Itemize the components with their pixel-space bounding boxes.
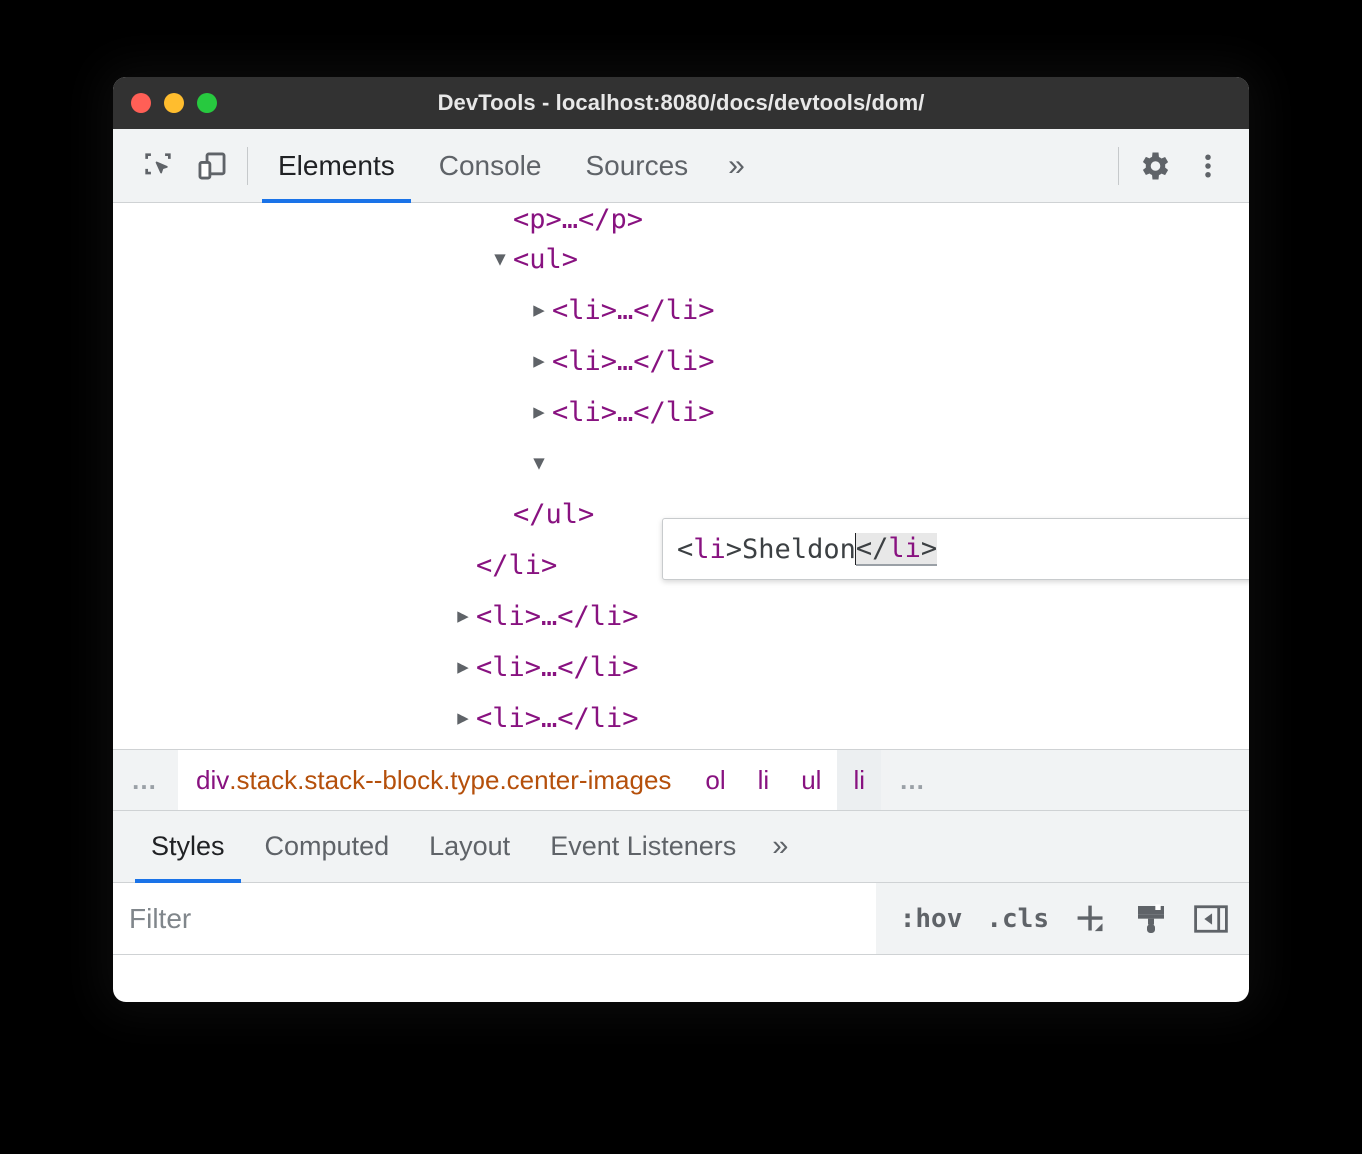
tab-console[interactable]: Console: [417, 129, 564, 203]
tab-event-listeners[interactable]: Event Listeners: [530, 811, 756, 883]
tab-layout-label: Layout: [429, 831, 511, 861]
twisty-collapsed-icon[interactable]: ▶: [526, 336, 552, 387]
dom-row-li-7[interactable]: ▶ <li>…</li>: [113, 693, 1249, 744]
dom-row-ul-open[interactable]: ▼ <ul>: [113, 234, 1249, 285]
breadcrumb-left-ellipsis-label: …: [131, 764, 160, 795]
dom-row-li-2-text: <li>…</li>: [552, 346, 715, 377]
twisty-icon: ▶: [487, 203, 513, 234]
editor-open-lt: <: [677, 533, 694, 565]
kebab-menu-icon[interactable]: [1181, 139, 1235, 193]
device-toolbar-icon[interactable]: [185, 139, 239, 193]
minimize-window-button[interactable]: [164, 93, 184, 113]
breadcrumb-item-ol-tag: ol: [705, 764, 726, 795]
more-panels-button[interactable]: »: [710, 129, 763, 203]
breadcrumb-overflow-right[interactable]: …: [881, 750, 946, 810]
dom-row-li-2[interactable]: ▶ <li>…</li>: [113, 336, 1249, 387]
twisty-icon: ▶: [487, 489, 513, 540]
toolbar-divider-right: [1118, 146, 1119, 185]
dom-row-p[interactable]: ▶ <p>…</p>: [113, 203, 1249, 234]
breadcrumb-item-ol[interactable]: ol: [689, 750, 742, 810]
editor-close-tag: li: [888, 532, 921, 566]
breadcrumb-item-ul-tag: ul: [801, 764, 822, 795]
breadcrumb-right-ellipsis-label: …: [899, 764, 929, 795]
sidebar-collapse-icon[interactable]: [1185, 893, 1237, 945]
gear-icon[interactable]: [1127, 139, 1181, 193]
panel-tabs: Elements Console Sources »: [256, 129, 763, 203]
dom-row-li-3-text: <li>…</li>: [552, 397, 715, 428]
breadcrumb-item-div-classes: .stack.stack--block.type.center-images: [229, 764, 672, 795]
breadcrumb-item-div-tag: div: [196, 764, 230, 795]
tab-event-listeners-label: Event Listeners: [550, 831, 737, 861]
styles-filter-input[interactable]: [113, 883, 876, 954]
dom-row-li-3[interactable]: ▶ <li>…</li>: [113, 387, 1249, 438]
devtools-window: DevTools - localhost:8080/docs/devtools/…: [113, 77, 1249, 1002]
inspect-element-icon[interactable]: [131, 139, 185, 193]
twisty-collapsed-icon[interactable]: ▶: [526, 285, 552, 336]
dom-row-li-1-text: <li>…</li>: [552, 295, 715, 326]
edit-as-html-input[interactable]: < li > Sheldon </li >: [662, 518, 1249, 580]
toolbar-divider-left: [247, 146, 248, 185]
dom-row-li-close-text: </li>: [476, 550, 558, 581]
tab-computed-label: Computed: [264, 831, 390, 861]
breadcrumb: … div .stack.stack--block.type.center-ima…: [113, 749, 1249, 811]
dom-row-p-text: <p>…</p>: [513, 204, 644, 234]
editor-close-gt: >: [920, 532, 938, 566]
twisty-expanded-icon[interactable]: ▼: [526, 438, 552, 489]
dom-tree-panel[interactable]: ▶ <p>…</p> ▼ <ul> ▶ <li>…</li>: [113, 203, 1249, 749]
dom-row-li-5-text: <li>…</li>: [476, 601, 639, 632]
breadcrumb-item-li-outer-tag: li: [757, 764, 770, 795]
dom-row-li-6-text: <li>…</li>: [476, 652, 639, 683]
dom-row-li-5[interactable]: ▶ <li>…</li>: [113, 591, 1249, 642]
devtools-main-toolbar: Elements Console Sources »: [113, 129, 1249, 203]
chevron-double-right-icon: »: [728, 148, 745, 182]
screenshot-stage: DevTools - localhost:8080/docs/devtools/…: [0, 0, 1362, 1154]
dom-row-ul-close-text: </ul>: [513, 499, 595, 530]
styles-filter-tools: :hov .cls: [875, 883, 1249, 954]
dom-row-ul-open-text: <ul>: [513, 244, 579, 275]
twisty-collapsed-icon[interactable]: ▶: [450, 591, 476, 642]
styles-filter-bar: :hov .cls: [113, 883, 1249, 955]
twisty-icon: ▶: [450, 540, 476, 591]
styles-pane-tabs: Styles Computed Layout Event Listeners »: [113, 811, 1249, 883]
plus-icon[interactable]: [1065, 893, 1117, 945]
paint-brush-icon[interactable]: [1125, 893, 1177, 945]
toggle-class-button[interactable]: .cls: [978, 904, 1057, 934]
breadcrumb-item-div[interactable]: div .stack.stack--block.type.center-image…: [178, 750, 690, 810]
tab-sources[interactable]: Sources: [563, 129, 710, 203]
window-title: DevTools - localhost:8080/docs/devtools/…: [437, 90, 925, 115]
dom-row-li-1[interactable]: ▶ <li>…</li>: [113, 285, 1249, 336]
twisty-collapsed-icon[interactable]: ▶: [526, 387, 552, 438]
editor-open-gt: >: [725, 533, 743, 565]
tab-styles[interactable]: Styles: [131, 811, 245, 883]
twisty-collapsed-icon[interactable]: ▶: [450, 693, 476, 744]
editor-open-tag: li: [693, 533, 726, 565]
breadcrumb-overflow-left[interactable]: …: [113, 750, 178, 810]
tab-elements-label: Elements: [278, 149, 395, 181]
twisty-collapsed-icon[interactable]: ▶: [450, 642, 476, 693]
traffic-light-group: [131, 77, 217, 129]
dom-row-li-7-text: <li>…</li>: [476, 703, 639, 734]
chevron-double-right-icon: »: [772, 830, 789, 862]
breadcrumb-item-ul[interactable]: ul: [785, 750, 838, 810]
tab-elements[interactable]: Elements: [256, 129, 417, 203]
dom-row-li-4-editing[interactable]: ▼: [113, 438, 1249, 489]
tab-sources-label: Sources: [585, 149, 689, 181]
tab-styles-label: Styles: [151, 831, 225, 861]
maximize-window-button[interactable]: [197, 93, 217, 113]
twisty-expanded-icon[interactable]: ▼: [487, 234, 513, 285]
window-titlebar: DevTools - localhost:8080/docs/devtools/…: [113, 77, 1249, 129]
breadcrumb-item-li-outer[interactable]: li: [741, 750, 786, 810]
more-styles-tabs-button[interactable]: »: [756, 811, 804, 883]
editor-close-lt: </: [855, 532, 889, 566]
toggle-element-state-button[interactable]: :hov: [892, 904, 971, 934]
breadcrumb-item-li-selected[interactable]: li: [837, 750, 882, 810]
tab-layout[interactable]: Layout: [409, 811, 530, 883]
editor-text-content: Sheldon: [742, 533, 856, 565]
dom-row-li-6[interactable]: ▶ <li>…</li>: [113, 642, 1249, 693]
tab-computed[interactable]: Computed: [245, 811, 410, 883]
breadcrumb-item-li-selected-tag: li: [853, 764, 866, 795]
tab-console-label: Console: [438, 149, 542, 181]
close-window-button[interactable]: [131, 93, 151, 113]
